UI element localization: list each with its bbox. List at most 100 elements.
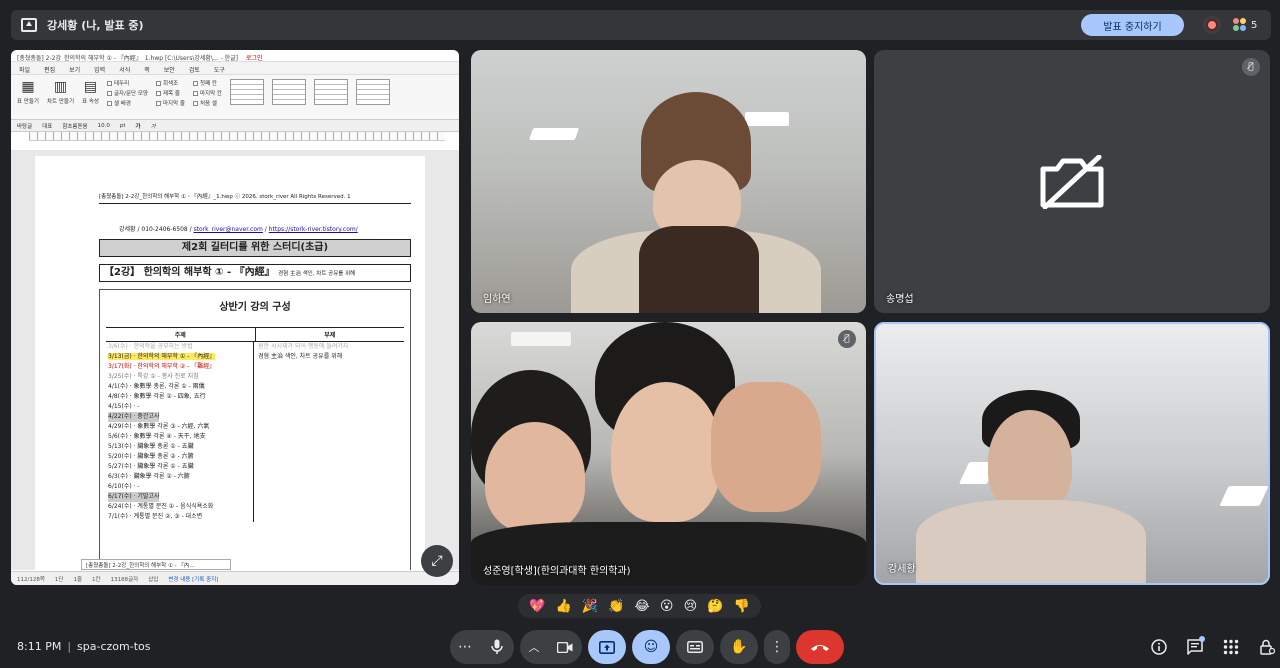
email-link[interactable]: stork_river@naver.com — [194, 226, 263, 233]
status-track[interactable]: 변경 내용 [기록 중지] — [168, 575, 218, 583]
col-subtopic: 부제 — [324, 332, 336, 339]
hwp-ruler — [29, 132, 445, 141]
syllabus-subtopic — [254, 362, 258, 372]
video-options-icon[interactable]: ︿ — [520, 630, 548, 664]
participant-tile-1[interactable]: 임하연 — [471, 50, 866, 313]
check-char-shape[interactable]: 글자/문단 모양 — [107, 89, 148, 97]
menu-insert[interactable]: 입력 — [94, 65, 105, 74]
syllabus-topic: 7/1(수) · 계통별 문진 ②, ③ - 대소변 — [106, 512, 254, 522]
chat-badge — [1199, 636, 1205, 642]
status-cell: 1칸 — [92, 576, 101, 583]
font-size-input[interactable]: 10.0 — [98, 123, 110, 129]
bold-button[interactable]: 가 — [136, 122, 141, 130]
check-gray[interactable]: 회색조 — [155, 79, 185, 87]
check-cell-bg[interactable]: 셀 배경 — [107, 99, 148, 107]
menu-view[interactable]: 보기 — [69, 65, 80, 74]
ceiling-light — [528, 128, 580, 140]
table-make-button[interactable]: ▦ 표 만들기 — [17, 79, 39, 115]
menu-edit[interactable]: 편집 — [44, 65, 55, 74]
table-style-4[interactable] — [355, 79, 390, 105]
raise-hand-icon[interactable]: ✋ — [720, 630, 758, 664]
emoji-reaction-icon[interactable]: ☺ — [632, 630, 670, 664]
participant-tile-3[interactable]: 🎙̸ 성준영[학생](한의과대학 한의학과) — [471, 322, 866, 585]
participant-count: 5 — [1251, 19, 1258, 31]
captions-icon[interactable] — [676, 630, 714, 664]
syllabus-subtopic: 원한 시시재가 되어 행동에 들려가자 — [258, 343, 349, 350]
syllabus-subtopic — [254, 422, 258, 432]
reaction-thumbs-down[interactable]: 👎 — [734, 599, 750, 614]
syllabus-box: 상반기 강의 구성 주제 부제 3/6(수) · 한의학을 공부하는 방법 원한 … — [99, 289, 411, 570]
check-border[interactable]: 테두리 — [107, 79, 148, 87]
reaction-thumbs-up[interactable]: 👍 — [555, 599, 571, 614]
more-options-icon[interactable]: ⋮ — [764, 630, 790, 664]
participant-tile-self[interactable]: 강세황 — [874, 322, 1270, 585]
blog-link[interactable]: https://stork-river.tistory.com/ — [269, 226, 358, 233]
document-tab[interactable]: [총쳤총돌] 2-2강_한의학의 해부학 ① - 『內... — [81, 559, 231, 570]
syllabus-title: 상반기 강의 구성 — [219, 302, 291, 313]
menu-format[interactable]: 서식 — [119, 65, 130, 74]
syllabus-rows: 3/6(수) · 한의학을 공부하는 방법 원한 시시재가 되어 행동에 들려가자… — [106, 342, 404, 522]
menu-review[interactable]: 검토 — [189, 65, 200, 74]
italic-button[interactable]: 가 — [151, 122, 156, 130]
screen-share-tile[interactable]: [총쳤총돌] 2-2강_한의학의 해부학 ① - 『內經』_1.hwp [C:\… — [11, 50, 459, 585]
style-select[interactable]: 바탕글 — [17, 122, 32, 130]
check-header-row[interactable]: 제목 줄 — [155, 89, 185, 97]
activities-icon[interactable] — [1220, 636, 1242, 658]
syllabus-subtopic — [254, 382, 258, 392]
menu-security[interactable]: 보안 — [164, 65, 175, 74]
camera-icon[interactable] — [548, 630, 582, 664]
participants-button[interactable]: 5 — [1233, 14, 1257, 36]
syllabus-subtopic — [254, 502, 258, 512]
check-last-col[interactable]: 마지막 칸 — [192, 89, 222, 97]
check-first-cell[interactable]: 처음 셀 — [192, 99, 222, 107]
table-style-2[interactable] — [271, 79, 306, 105]
check-first-col[interactable]: 첫째 칸 — [192, 79, 222, 87]
participants-icon — [1233, 18, 1247, 32]
participant-name: 임하연 — [483, 294, 511, 305]
present-screen-icon — [21, 18, 37, 32]
recording-icon[interactable] — [1203, 16, 1221, 34]
syllabus-topic: 6/3(수) · 臟象學 각론 ② - 六腑 — [106, 472, 254, 482]
stop-presenting-button[interactable]: 발표 중지하기 — [1081, 14, 1184, 36]
end-call-icon[interactable] — [796, 630, 844, 664]
hwp-document-area[interactable]: [총쳤총돌] 2-2강_한의학의 해부학 ① - 『內經』_1.hwp ⓒ 20… — [11, 150, 459, 570]
reaction-surprised[interactable]: 😮 — [660, 599, 674, 614]
syllabus-row: 6/10(수) · - — [106, 482, 404, 492]
microphone-icon[interactable] — [480, 630, 514, 664]
camera-off-icon — [1040, 155, 1104, 209]
table-style-1[interactable] — [229, 79, 264, 105]
meeting-details-icon[interactable] — [1148, 636, 1170, 658]
menu-tools[interactable]: 도구 — [214, 65, 225, 74]
check-last-row[interactable]: 마지막 줄 — [155, 99, 185, 107]
present-screen-icon[interactable] — [588, 630, 626, 664]
syllabus-subtopic — [254, 432, 258, 442]
menu-page[interactable]: 쪽 — [144, 65, 150, 74]
chart-make-button[interactable]: ▥ 차트 만들기 — [47, 79, 74, 115]
reaction-sad[interactable]: 😢 — [684, 599, 698, 614]
syllabus-topic: 5/6(수) · 象數學 각론 ④ - 天干, 地支 — [106, 432, 254, 442]
syllabus-row: 6/24(수) · 계통별 문진 ① - 음식식욕소화 — [106, 502, 404, 512]
syllabus-topic: 4/15(수) · - — [106, 402, 254, 412]
login-link[interactable]: 로그인 — [246, 55, 263, 61]
chat-icon[interactable] — [1184, 636, 1206, 658]
reaction-clap[interactable]: 👏 — [608, 599, 624, 614]
expand-icon[interactable]: ⤢ — [421, 545, 453, 577]
reaction-thinking[interactable]: 🤔 — [707, 599, 723, 614]
syllabus-subtopic — [254, 442, 258, 452]
menu-file[interactable]: 파일 — [19, 65, 30, 74]
reaction-party[interactable]: 🎉 — [582, 599, 598, 614]
table-style-3[interactable] — [313, 79, 348, 105]
person-body — [916, 500, 1146, 583]
reaction-laugh[interactable]: 😂 — [635, 599, 650, 614]
audio-options-icon[interactable]: ⋯ — [450, 630, 480, 664]
reaction-heart[interactable]: 💖 — [529, 599, 545, 614]
syllabus-topic: 3/17(화) · 한의학의 해부학 ② - 『難經』 — [106, 362, 254, 372]
call-controls: ⋯ ︿ ☺ ✋ ⋮ — [450, 630, 844, 664]
host-controls-icon[interactable] — [1256, 636, 1278, 658]
participant-tile-2[interactable]: 🎙̸ 송명섭 — [874, 50, 1270, 313]
lang-select[interactable]: 대표 — [42, 122, 52, 130]
font-select[interactable]: 함초롬돋움 — [62, 122, 87, 130]
table-props-button[interactable]: ▤ 표 속성 — [82, 79, 99, 115]
syllabus-header: 주제 부제 — [106, 327, 404, 342]
syllabus-row: 5/20(수) · 臟象學 총론 ② - 六腑 — [106, 452, 404, 462]
